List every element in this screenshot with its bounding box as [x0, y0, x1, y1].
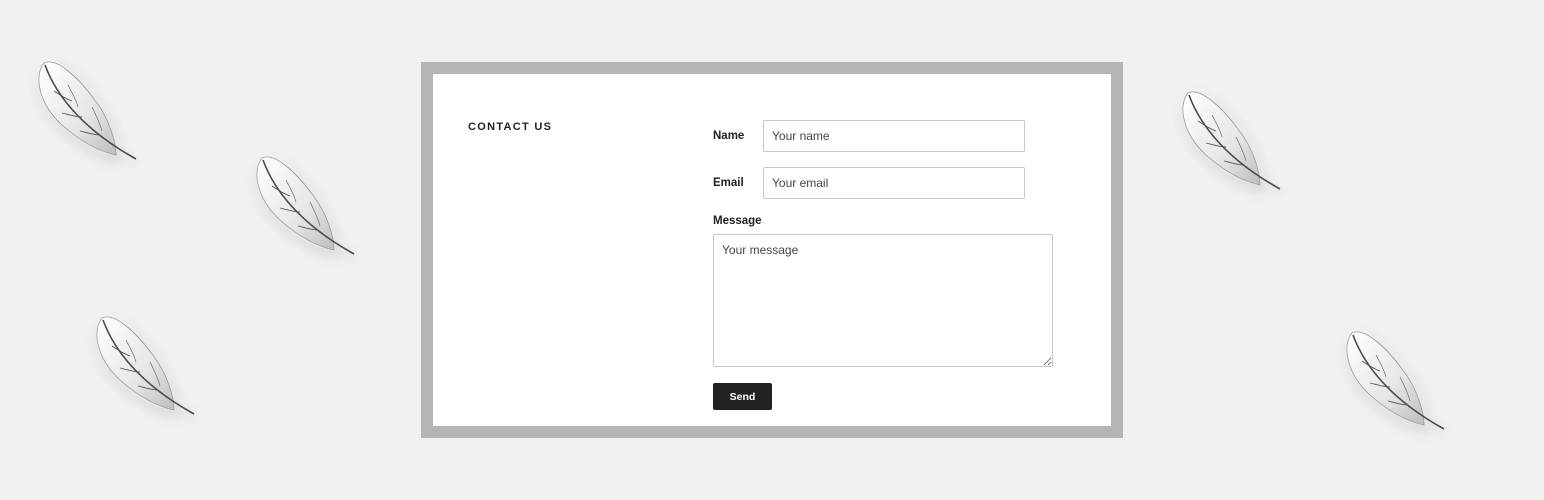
email-label: Email	[713, 177, 744, 189]
feather-icon	[90, 310, 200, 420]
message-textarea[interactable]	[713, 234, 1053, 367]
email-row: Email	[713, 167, 1025, 199]
name-input[interactable]	[763, 120, 1025, 152]
feather-icon	[1340, 325, 1450, 435]
contact-card: CONTACT US Name Email Message Send	[433, 74, 1111, 426]
send-button[interactable]: Send	[713, 383, 772, 410]
feather-icon	[32, 55, 142, 165]
page-background: CONTACT US Name Email Message Send	[0, 0, 1544, 500]
name-label: Name	[713, 130, 745, 142]
contact-heading: CONTACT US	[468, 121, 553, 133]
email-input[interactable]	[763, 167, 1025, 199]
feather-icon	[1176, 85, 1286, 195]
name-row: Name	[713, 120, 1025, 152]
message-label: Message	[713, 215, 762, 227]
contact-card-frame: CONTACT US Name Email Message Send	[421, 62, 1123, 438]
feather-icon	[250, 150, 360, 260]
